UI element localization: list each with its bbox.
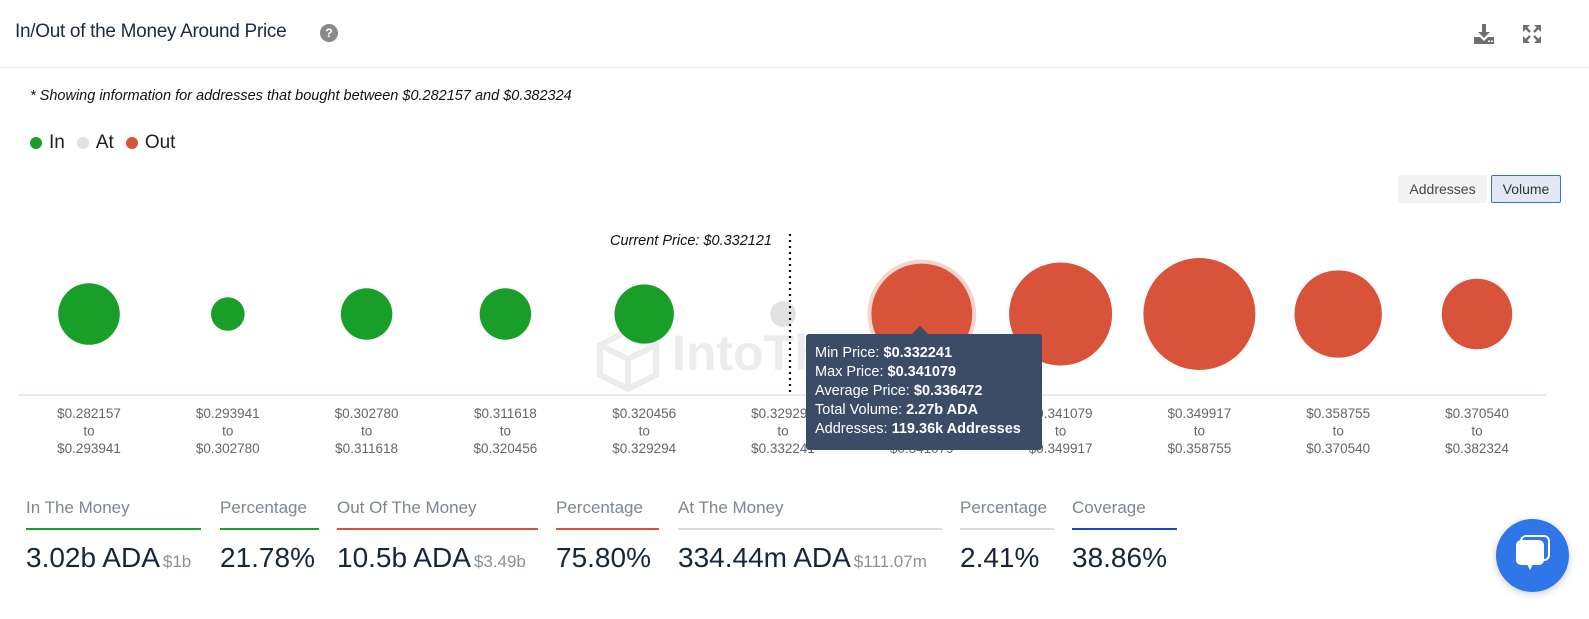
legend-label-out: Out	[144, 132, 176, 153]
download-icon	[1474, 24, 1494, 44]
range-note: * Showing information for addresses that…	[30, 88, 572, 104]
bubble-in[interactable]	[58, 283, 120, 345]
bubble-in[interactable]	[211, 297, 245, 331]
bubble-out[interactable]	[1143, 258, 1256, 370]
tick-label-connector: to	[83, 424, 94, 439]
tick-label-connector: to	[1194, 424, 1205, 439]
bubble-out[interactable]	[1441, 278, 1513, 350]
legend-dot-out	[125, 137, 138, 149]
tick-label-min: $0.358755	[1306, 406, 1370, 421]
tick-label-max: $0.382324	[1445, 441, 1509, 456]
legend-item-out[interactable]: Out	[125, 132, 176, 154]
tick-label-max: $0.329294	[612, 441, 676, 456]
tick-label-min: $0.311618	[474, 406, 537, 421]
tick-label-max: $0.358755	[1167, 441, 1231, 456]
page-title: In/Out of the Money Around Price	[15, 21, 287, 42]
chat-button[interactable]	[1496, 519, 1569, 592]
tooltip-row: Min Price: $0.332241	[815, 345, 953, 361]
tick-label-connector: to	[777, 424, 788, 439]
legend-dot-at	[76, 137, 89, 149]
fullscreen-button[interactable]	[1520, 22, 1544, 46]
tick-label-max: $0.302780	[196, 441, 260, 456]
tick-label-min: $0.320456	[612, 406, 676, 421]
tick-label-min: $0.302780	[335, 406, 399, 421]
chat-bubbles-icon	[1516, 535, 1550, 570]
legend-label-in: In	[49, 132, 65, 153]
tooltip-row: Max Price: $0.341079	[815, 364, 957, 380]
tick-label-max: $0.320456	[473, 441, 537, 456]
tick-label-connector: to	[500, 424, 511, 439]
tooltip-row: Average Price: $0.336472	[815, 383, 983, 399]
tick-label-min: $0.293941	[196, 406, 260, 421]
stat-coverage: Coverage 38.86%	[1072, 498, 1177, 574]
tick-label-max: $0.370540	[1306, 441, 1370, 456]
tooltip-row: Addresses: 119.36k Addresses	[815, 421, 1021, 437]
bubble-in[interactable]	[614, 284, 674, 344]
tick-label-max: $0.311618	[335, 441, 398, 456]
legend-label-at: At	[95, 132, 114, 153]
tick-label-min: $0.282157	[57, 406, 121, 421]
legend-item-at[interactable]: At	[76, 132, 114, 154]
tick-label-min: $0.370540	[1445, 406, 1509, 421]
bubble-at[interactable]	[770, 301, 796, 327]
tick-label-connector: to	[1055, 424, 1066, 439]
tick-label-connector: to	[361, 424, 372, 439]
legend-item-in[interactable]: In	[30, 132, 65, 154]
bubble-chart: IntoTheBlock $0.282157to$0.293941$0.2939…	[18, 233, 1546, 456]
tick-label-connector: to	[639, 424, 650, 439]
bubble-out[interactable]	[1294, 270, 1382, 358]
tick-label-connector: to	[222, 424, 233, 439]
tooltip-row: Total Volume: 2.27b ADA	[815, 402, 979, 418]
stat-out-of-the-money: Out Of The Money 10.5b ADA $3.49b	[337, 498, 538, 574]
addresses-toggle-button[interactable]: Addresses	[1398, 175, 1487, 203]
legend-dot-in	[30, 137, 42, 149]
bubble-in[interactable]	[479, 288, 532, 340]
stat-out-percentage: Percentage 75.80%	[556, 498, 659, 574]
bubble-in[interactable]	[340, 288, 393, 340]
tick-label-max: $0.293941	[57, 441, 121, 456]
stat-at-the-money: At The Money 334.44m ADA $111.07m	[678, 498, 942, 574]
tick-label-min: $0.349917	[1167, 406, 1231, 421]
bubble-tooltip: Min Price: $0.332241 Max Price: $0.34107…	[806, 326, 1042, 450]
chart-legend: In At Out	[30, 132, 187, 154]
volume-toggle-button[interactable]: Volume	[1491, 175, 1561, 203]
tick-label-connector: to	[1471, 424, 1482, 439]
download-button[interactable]	[1472, 22, 1496, 46]
question-circle-icon[interactable]: ?	[320, 24, 338, 42]
panel-header: In/Out of the Money Around Price ?	[0, 0, 1589, 68]
current-price-label: Current Price: $0.332121	[610, 233, 772, 249]
stat-in-the-money: In The Money 3.02b ADA $1b	[26, 498, 201, 574]
stat-at-percentage: Percentage 2.41%	[960, 498, 1054, 574]
tick-label-connector: to	[1333, 424, 1344, 439]
stat-in-percentage: Percentage 21.78%	[220, 498, 319, 574]
expand-icon	[1523, 25, 1541, 43]
